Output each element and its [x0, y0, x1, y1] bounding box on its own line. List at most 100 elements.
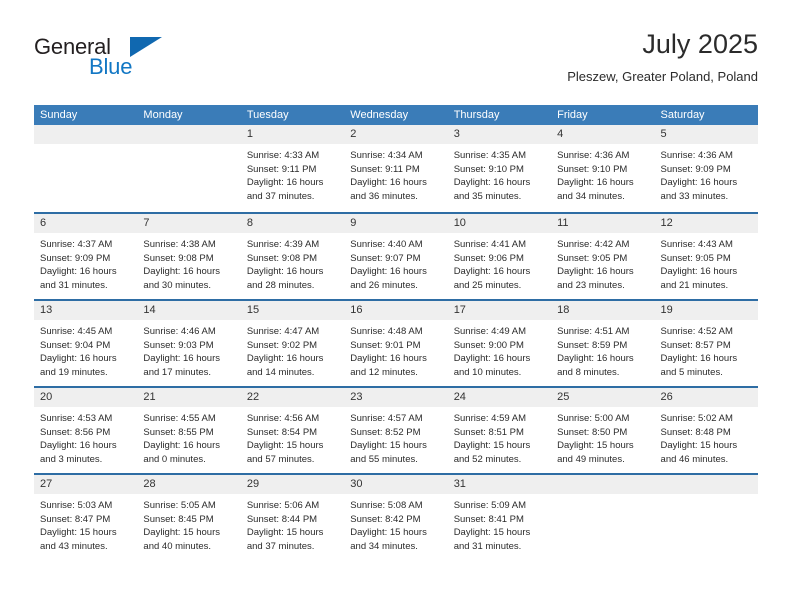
- calendar-grid: Sunday Monday Tuesday Wednesday Thursday Frid…: [34, 105, 758, 561]
- sunset-text: Sunset: 8:51 PM: [453, 426, 524, 438]
- weekday-header-thursday: Thursday: [453, 109, 500, 121]
- daylight-text: Daylight: 16 hours and 8 minutes.: [557, 353, 634, 378]
- weekday-header-monday: Monday: [143, 109, 183, 121]
- calendar-weeks: 1 Sunrise: 4:33 AM Sunset: 9:11 PM Daylight…: [34, 125, 758, 561]
- calendar-day-cell[interactable]: 10 Sunrise: 4:41 AM Sunset: 9:06 PM Dayligh…: [447, 214, 552, 299]
- day-number: 16: [344, 301, 448, 320]
- day-sun-info: Sunrise: 4:39 AM Sunset: 9:08 PM Daylight:…: [241, 233, 344, 292]
- calendar-day-cell[interactable]: 9 Sunrise: 4:40 AM Sunset: 9:07 PM Daylight…: [344, 214, 448, 299]
- calendar-day-cell[interactable]: 17 Sunrise: 4:49 AM Sunset: 9:00 PM Dayligh…: [447, 301, 552, 386]
- day-number: 22: [240, 388, 345, 407]
- sunset-text: Sunset: 8:47 PM: [40, 513, 111, 525]
- calendar-day-cell[interactable]: 30 Sunrise: 5:08 AM Sunset: 8:42 PM Dayligh…: [344, 475, 448, 561]
- calendar-day-cell[interactable]: 1 Sunrise: 4:33 AM Sunset: 9:11 PM Daylight…: [240, 125, 345, 212]
- calendar-day-cell[interactable]: 29 Sunrise: 5:06 AM Sunset: 8:44 PM Dayligh…: [240, 475, 345, 561]
- sunrise-text: Sunrise: 4:56 AM: [246, 413, 320, 424]
- calendar-day-cell[interactable]: 8 Sunrise: 4:39 AM Sunset: 9:08 PM Daylight…: [240, 214, 345, 299]
- calendar-day-cell[interactable]: 4 Sunrise: 4:36 AM Sunset: 9:10 PM Daylight…: [551, 125, 655, 212]
- calendar-day-cell[interactable]: 28 Sunrise: 5:05 AM Sunset: 8:45 PM Dayligh…: [137, 475, 241, 561]
- calendar-day-cell[interactable]: 15 Sunrise: 4:47 AM Sunset: 9:02 PM Dayligh…: [240, 301, 345, 386]
- sunrise-text: Sunrise: 4:42 AM: [557, 239, 630, 250]
- calendar-day-cell[interactable]: 24 Sunrise: 4:59 AM Sunset: 8:51 PM Dayligh…: [447, 388, 552, 473]
- calendar-day-cell[interactable]: 19 Sunrise: 4:52 AM Sunset: 8:57 PM Dayligh…: [654, 301, 758, 386]
- day-sun-info: Sunrise: 5:06 AM Sunset: 8:44 PM Daylight:…: [241, 494, 344, 553]
- daylight-text: Daylight: 15 hours and 55 minutes.: [350, 440, 427, 465]
- day-sun-info: Sunrise: 4:36 AM Sunset: 9:10 PM Daylight:…: [551, 144, 654, 203]
- calendar-day-cell[interactable]: 3 Sunrise: 4:35 AM Sunset: 9:10 PM Daylight…: [447, 125, 552, 212]
- sunrise-text: Sunrise: 4:37 AM: [40, 239, 113, 250]
- daylight-text: Daylight: 15 hours and 52 minutes.: [453, 440, 531, 465]
- day-sun-info: Sunrise: 5:02 AM Sunset: 8:48 PM Daylight:…: [655, 407, 758, 466]
- sunrise-text: Sunrise: 4:52 AM: [660, 326, 733, 337]
- day-sun-info: Sunrise: 4:51 AM Sunset: 8:59 PM Daylight:…: [551, 320, 654, 379]
- sunrise-text: Sunrise: 4:45 AM: [40, 326, 113, 337]
- day-number: [34, 125, 138, 144]
- calendar-day-cell[interactable]: 27 Sunrise: 5:03 AM Sunset: 8:47 PM Dayligh…: [34, 475, 138, 561]
- sunset-text: Sunset: 8:42 PM: [350, 513, 421, 525]
- sunset-text: Sunset: 9:08 PM: [246, 252, 318, 264]
- day-number: 26: [654, 388, 758, 407]
- calendar-day-cell[interactable]: 14 Sunrise: 4:46 AM Sunset: 9:03 PM Dayligh…: [137, 301, 241, 386]
- calendar-day-cell[interactable]: 7 Sunrise: 4:38 AM Sunset: 9:08 PM Daylight…: [137, 214, 241, 299]
- calendar-day-cell[interactable]: 2 Sunrise: 4:34 AM Sunset: 9:11 PM Daylight…: [344, 125, 448, 212]
- day-sun-info: Sunrise: 4:59 AM Sunset: 8:51 PM Daylight:…: [448, 407, 551, 466]
- day-number: 31: [447, 475, 552, 494]
- calendar-week-row: 6 Sunrise: 4:37 AM Sunset: 9:09 PM Daylight…: [34, 212, 758, 299]
- day-number: 17: [447, 301, 552, 320]
- daylight-text: Daylight: 16 hours and 23 minutes.: [557, 266, 634, 291]
- calendar-day-cell[interactable]: 25 Sunrise: 5:00 AM Sunset: 8:50 PM Dayligh…: [551, 388, 655, 473]
- day-number: 4: [551, 125, 655, 144]
- day-sun-info: Sunrise: 4:55 AM Sunset: 8:55 PM Daylight:…: [137, 407, 240, 466]
- day-number: 13: [34, 301, 138, 320]
- calendar-day-cell[interactable]: 5 Sunrise: 4:36 AM Sunset: 9:09 PM Daylight…: [654, 125, 758, 212]
- calendar-day-cell[interactable]: 18 Sunrise: 4:51 AM Sunset: 8:59 PM Dayligh…: [551, 301, 655, 386]
- calendar-week-row: 27 Sunrise: 5:03 AM Sunset: 8:47 PM Dayligh…: [34, 473, 758, 561]
- calendar-day-cell[interactable]: 23 Sunrise: 4:57 AM Sunset: 8:52 PM Dayligh…: [344, 388, 448, 473]
- day-sun-info: Sunrise: 4:35 AM Sunset: 9:10 PM Daylight:…: [448, 144, 551, 203]
- calendar-day-cell[interactable]: 11 Sunrise: 4:42 AM Sunset: 9:05 PM Dayligh…: [551, 214, 655, 299]
- day-sun-info: Sunrise: 4:43 AM Sunset: 9:05 PM Daylight:…: [655, 233, 758, 292]
- calendar-day-cell[interactable]: 16 Sunrise: 4:48 AM Sunset: 9:01 PM Dayligh…: [344, 301, 448, 386]
- weekday-header-friday: Friday: [557, 109, 588, 121]
- day-number: 25: [551, 388, 655, 407]
- sunset-text: Sunset: 9:08 PM: [143, 252, 214, 264]
- sunrise-text: Sunrise: 4:38 AM: [143, 239, 216, 250]
- daylight-text: Daylight: 16 hours and 34 minutes.: [557, 177, 634, 202]
- day-sun-info: Sunrise: 4:46 AM Sunset: 9:03 PM Daylight:…: [137, 320, 240, 379]
- weekday-header-row: Sunday Monday Tuesday Wednesday Thursday Frid…: [34, 105, 758, 125]
- calendar-day-cell-empty: [551, 475, 655, 561]
- day-sun-info: Sunrise: 5:08 AM Sunset: 8:42 PM Daylight:…: [344, 494, 447, 553]
- day-number: 15: [240, 301, 345, 320]
- calendar-day-cell[interactable]: 22 Sunrise: 4:56 AM Sunset: 8:54 PM Dayligh…: [240, 388, 345, 473]
- day-sun-info: Sunrise: 4:53 AM Sunset: 8:56 PM Daylight:…: [34, 407, 137, 466]
- sunset-text: Sunset: 8:54 PM: [246, 426, 318, 438]
- sunset-text: Sunset: 8:44 PM: [246, 513, 318, 525]
- daylight-text: Daylight: 16 hours and 17 minutes.: [143, 353, 220, 378]
- sunset-text: Sunset: 9:03 PM: [143, 339, 214, 351]
- calendar-day-cell[interactable]: 21 Sunrise: 4:55 AM Sunset: 8:55 PM Dayligh…: [137, 388, 241, 473]
- daylight-text: Daylight: 15 hours and 49 minutes.: [557, 440, 634, 465]
- day-sun-info: Sunrise: 4:45 AM Sunset: 9:04 PM Daylight:…: [34, 320, 137, 379]
- sunset-text: Sunset: 9:10 PM: [557, 163, 628, 175]
- calendar-day-cell[interactable]: 13 Sunrise: 4:45 AM Sunset: 9:04 PM Dayligh…: [34, 301, 138, 386]
- weekday-header-saturday: Saturday: [660, 109, 705, 121]
- daylight-text: Daylight: 15 hours and 46 minutes.: [660, 440, 738, 465]
- page-header: General Blue July 2025 Pleszew, Greater …: [34, 28, 758, 90]
- calendar-day-cell[interactable]: 26 Sunrise: 5:02 AM Sunset: 8:48 PM Dayligh…: [654, 388, 758, 473]
- sunset-text: Sunset: 9:09 PM: [40, 252, 111, 264]
- day-sun-info: Sunrise: 4:57 AM Sunset: 8:52 PM Daylight:…: [344, 407, 447, 466]
- calendar-day-cell[interactable]: 31 Sunrise: 5:09 AM Sunset: 8:41 PM Dayligh…: [447, 475, 552, 561]
- day-number: 21: [137, 388, 241, 407]
- daylight-text: Daylight: 16 hours and 25 minutes.: [453, 266, 531, 291]
- daylight-text: Daylight: 15 hours and 31 minutes.: [453, 527, 531, 552]
- day-number: 30: [344, 475, 448, 494]
- sunset-text: Sunset: 9:11 PM: [350, 163, 420, 175]
- day-number: [551, 475, 655, 494]
- daylight-text: Daylight: 16 hours and 30 minutes.: [143, 266, 220, 291]
- calendar-week-row: 1 Sunrise: 4:33 AM Sunset: 9:11 PM Daylight…: [34, 125, 758, 212]
- calendar-day-cell[interactable]: 6 Sunrise: 4:37 AM Sunset: 9:09 PM Daylight…: [34, 214, 138, 299]
- calendar-day-cell[interactable]: 12 Sunrise: 4:43 AM Sunset: 9:05 PM Dayligh…: [654, 214, 758, 299]
- calendar-day-cell[interactable]: 20 Sunrise: 4:53 AM Sunset: 8:56 PM Dayligh…: [34, 388, 138, 473]
- daylight-text: Daylight: 16 hours and 31 minutes.: [40, 266, 117, 291]
- daylight-text: Daylight: 16 hours and 5 minutes.: [660, 353, 738, 378]
